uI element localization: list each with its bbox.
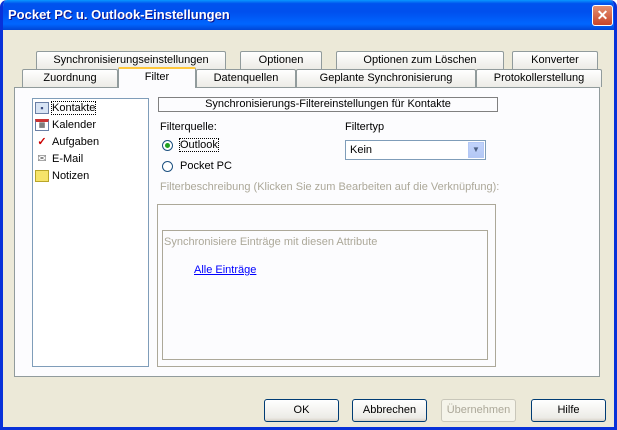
tab-zuordnung[interactable]: Zuordnung bbox=[22, 69, 118, 87]
tab-optionen-zum-loeschen[interactable]: Optionen zum Löschen bbox=[336, 51, 504, 69]
task-checkmark-icon: ✓ bbox=[37, 136, 47, 149]
list-item-notizen[interactable]: Notizen bbox=[35, 168, 89, 185]
filter-description-label: Filterbeschreibung (Klicken Sie zum Bear… bbox=[160, 181, 500, 193]
list-item-kontakte[interactable]: ▪ Kontakte bbox=[35, 100, 97, 117]
ok-button[interactable]: OK bbox=[264, 399, 339, 422]
tab-filter[interactable]: Filter bbox=[118, 67, 196, 88]
category-list[interactable]: ▪ Kontakte ▦ Kalender ✓ Aufgaben ✉ E-Mail No… bbox=[32, 98, 149, 367]
contact-card-icon: ▪ bbox=[35, 102, 49, 115]
window-title: Pocket PC u. Outlook-Einstellungen bbox=[8, 7, 230, 22]
list-item-label: Notizen bbox=[52, 170, 90, 182]
description-heading: Synchronisiere Einträge mit diesen Attri… bbox=[164, 236, 378, 248]
all-entries-link[interactable]: Alle Einträge bbox=[194, 264, 256, 276]
list-item-label: Kalender bbox=[52, 119, 97, 131]
radio-outlook[interactable] bbox=[162, 140, 173, 151]
tab-geplante-synchronisierung[interactable]: Geplante Synchronisierung bbox=[296, 69, 476, 87]
filter-description-inner: Synchronisiere Einträge mit diesen Attri… bbox=[162, 230, 488, 360]
tab-protokollerstellung[interactable]: Protokollerstellung bbox=[476, 69, 602, 87]
close-button[interactable]: ✕ bbox=[592, 5, 613, 26]
filter-group-title: Synchronisierungs-Filtereinstellungen fü… bbox=[158, 97, 498, 112]
list-item-label: Kontakte bbox=[50, 101, 97, 115]
filter-source-label: Filterquelle: bbox=[160, 121, 217, 133]
help-button[interactable]: Hilfe bbox=[531, 399, 606, 422]
list-item-email[interactable]: ✉ E-Mail bbox=[35, 151, 83, 168]
note-icon bbox=[35, 170, 49, 183]
filter-type-label: Filtertyp bbox=[345, 121, 385, 133]
list-item-label: E-Mail bbox=[52, 153, 84, 165]
filter-type-dropdown[interactable]: Kein ▼ bbox=[345, 140, 486, 160]
radio-pocket-pc[interactable] bbox=[162, 161, 173, 172]
list-item-aufgaben[interactable]: ✓ Aufgaben bbox=[35, 134, 99, 151]
chevron-down-icon[interactable]: ▼ bbox=[468, 142, 484, 158]
apply-button[interactable]: Übernehmen bbox=[441, 399, 516, 422]
tab-optionen[interactable]: Optionen bbox=[240, 51, 322, 69]
list-item-label: Aufgaben bbox=[52, 136, 100, 148]
title-bar[interactable]: Pocket PC u. Outlook-Einstellungen ✕ bbox=[3, 0, 614, 30]
cancel-button[interactable]: Abbrechen bbox=[352, 399, 427, 422]
envelope-icon: ✉ bbox=[37, 153, 47, 166]
radio-outlook-label[interactable]: Outlook bbox=[179, 138, 219, 152]
filter-type-value: Kein bbox=[350, 144, 373, 156]
list-item-kalender[interactable]: ▦ Kalender bbox=[35, 117, 96, 134]
tab-konverter[interactable]: Konverter bbox=[512, 51, 598, 69]
calendar-icon: ▦ bbox=[35, 119, 49, 132]
tab-datenquellen[interactable]: Datenquellen bbox=[196, 69, 296, 87]
radio-pocket-pc-label[interactable]: Pocket PC bbox=[180, 160, 232, 172]
